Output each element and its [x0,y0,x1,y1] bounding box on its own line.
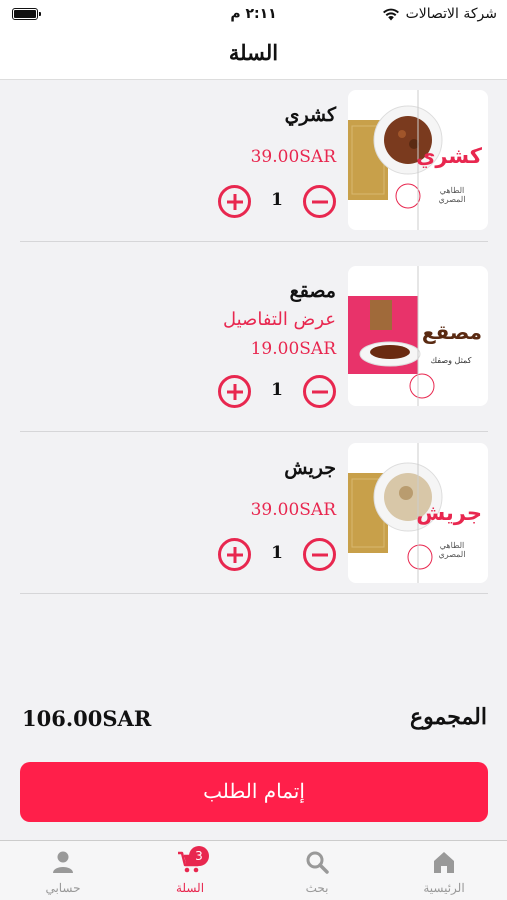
product-image-subtitle: الطاهي المصري [438,186,466,204]
product-image: جريش الطاهي المصري [348,443,488,583]
increase-button[interactable] [218,185,251,218]
increase-button[interactable] [218,375,251,408]
carrier-group: شركة الاتصالات [382,6,497,22]
battery-icon [12,8,41,20]
carrier-name: شركة الاتصالات [405,6,497,22]
product-image-title: كشري [416,144,482,168]
product-price: 19.00SAR [250,339,336,359]
quantity-value: 1 [271,543,283,563]
tab-search[interactable]: بحث [254,841,380,900]
quantity-stepper: 1 [218,185,336,221]
home-icon [434,852,454,873]
quantity-value: 1 [271,190,283,210]
product-image: كشري الطاهي المصري [348,90,488,230]
product-image-subtitle: كمثل وصفك [430,356,472,365]
cart-item: مصقع كمثل وصفك مصقع عرض التفاصيل 19.00SA… [20,257,488,433]
decrease-button[interactable] [303,375,336,408]
quantity-value: 1 [271,380,283,400]
product-image-title: جريش [416,501,482,525]
cart-item: جريش الطاهي المصري جريش 39.00SAR 1 [20,434,488,610]
product-image-subtitle: الطاهي المصري [438,541,466,559]
item-divider [20,593,488,594]
tab-cart[interactable]: 3 السلة [127,841,253,900]
product-name: كشري [284,104,336,126]
item-divider [20,431,488,432]
total-value: 106.00SAR [22,706,152,731]
status-bar: شركة الاتصالات ٢:١١ م [0,0,507,30]
tab-label-cart: السلة [175,881,205,895]
product-name: مصقع [289,280,336,302]
total-label: المجموع [410,704,487,730]
product-image-title: مصقع [421,320,482,344]
decrease-button[interactable] [303,538,336,571]
wifi-icon [382,8,399,20]
details-link[interactable]: عرض التفاصيل [223,309,336,330]
quantity-stepper: 1 [218,538,336,574]
total-row: المجموع 106.00SAR [0,704,507,734]
person-icon [53,851,73,873]
product-image: مصقع كمثل وصفك [348,266,488,406]
tab-label-home: الرئيسية [423,881,465,895]
checkout-button[interactable]: إتمام الطلب [20,762,488,822]
cart-count-badge: 3 [189,846,209,866]
cart-item: كشري الطاهي المصري كشري 39.00SAR 1 [20,81,488,257]
item-divider [20,241,488,242]
decrease-button[interactable] [303,185,336,218]
clock: ٢:١١ م [230,6,277,22]
tab-label-account: حسابي [45,881,81,895]
product-price: 39.00SAR [250,147,336,167]
tab-account[interactable]: حسابي [0,841,126,900]
tab-bar: الرئيسية بحث 3 السلة حسابي [0,840,507,900]
increase-button[interactable] [218,538,251,571]
product-name: جريش [284,457,336,479]
tab-label-search: بحث [305,881,329,895]
product-price: 39.00SAR [250,500,336,520]
page-title: السلة [228,40,279,65]
nav-bar: السلة [0,30,507,80]
tab-home[interactable]: الرئيسية [381,841,507,900]
quantity-stepper: 1 [218,375,336,411]
search-icon [306,851,329,874]
